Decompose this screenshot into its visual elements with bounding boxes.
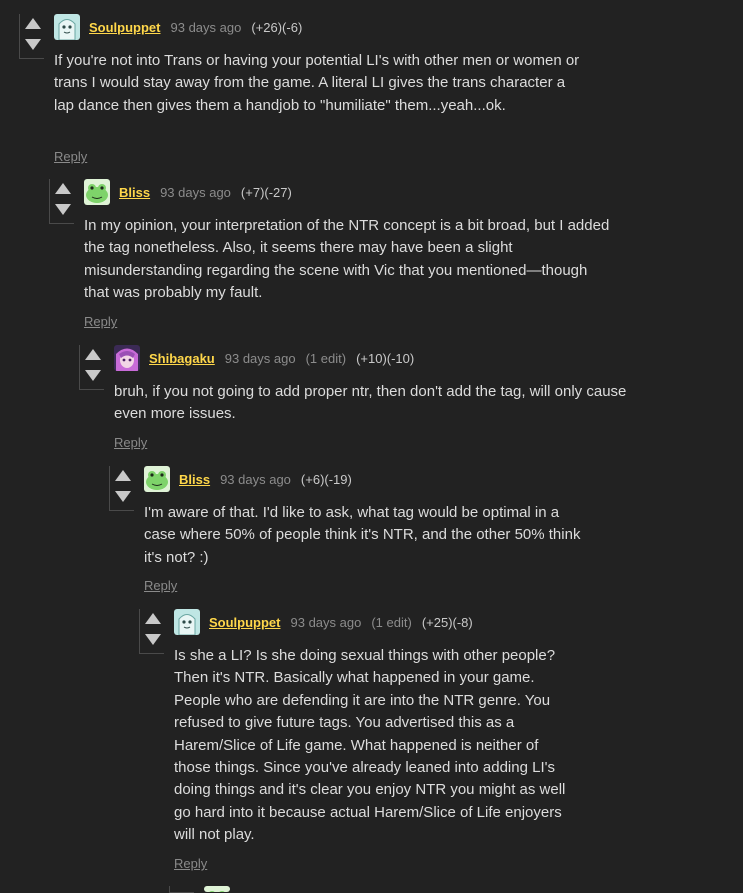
comment-meta: Shibagaku 93 days ago (1 edit) (+10)(-10) [149,351,414,366]
avatar[interactable] [114,345,140,371]
downvote-button[interactable] [143,630,163,648]
reply-link[interactable]: Reply [144,578,177,593]
vote-score: (+26)(-6) [251,20,303,35]
reply-link[interactable]: Reply [84,314,117,329]
frog-avatar-icon [144,466,170,492]
upvote-button[interactable] [113,466,133,484]
vote-score: (+6)(-19) [300,472,352,487]
arrow-up-icon [85,348,101,360]
avatar[interactable] [84,179,110,205]
upvote-button[interactable] [143,609,163,627]
comment-date: 93 days ago [290,615,362,630]
avatar[interactable] [144,466,170,492]
arrow-down-icon [115,490,131,502]
author-link[interactable]: Soulpuppet [89,20,161,35]
vote-controls [79,345,104,390]
downvote-button[interactable] [53,200,73,218]
vote-controls [49,179,74,224]
ghost-avatar-icon [54,14,80,40]
edit-count[interactable]: (1 edit) [371,615,411,630]
avatar[interactable] [54,14,80,40]
comment-body: bruh, if you not going to add proper ntr… [114,383,627,423]
vote-score: (+7)(-27) [240,185,292,200]
upvote-button[interactable] [83,345,103,363]
avatar[interactable] [204,886,230,892]
arrow-down-icon [145,633,161,645]
comment-body: If you're not into Trans or having your … [54,52,580,114]
arrow-down-icon [55,203,71,215]
author-link[interactable]: Bliss [179,472,210,487]
arrow-up-icon [145,612,161,624]
comment-meta: Soulpuppet 93 days ago (+26)(-6) [89,20,302,35]
edit-count[interactable]: (1 edit) [306,351,346,366]
comment-meta: Bliss 93 days ago (+7)(-27) [119,185,292,200]
downvote-button[interactable] [113,487,133,505]
comment-body: In my opinion, your interpretation of th… [84,217,610,302]
arrow-down-icon [25,38,41,50]
author-link[interactable]: Bliss [119,185,150,200]
reply-link[interactable]: Reply [54,149,87,164]
comment-meta: Soulpuppet 93 days ago (1 edit) (+25)(-8) [209,615,473,630]
vote-controls [109,466,134,511]
reply-link[interactable]: Reply [174,856,207,871]
comment-date: 93 days ago [220,472,291,487]
arrow-down-icon [85,369,101,381]
vote-score: (+25)(-8) [421,615,473,630]
arrow-up-icon [55,182,71,194]
arrow-up-icon [25,17,41,29]
arrow-up-icon [115,469,131,481]
frog-avatar-icon [204,886,230,892]
comment-date: 93 days ago [224,351,296,366]
comment-body: Is she a LI? Is she doing sexual things … [174,647,566,844]
downvote-button[interactable] [23,35,43,53]
frog-avatar-icon [84,179,110,205]
avatar[interactable] [174,609,200,635]
comment-meta: Bliss 93 days ago (+6)(-19) [179,472,352,487]
vote-controls [19,14,44,59]
reply-link[interactable]: Reply [114,435,147,450]
vote-score: (+10)(-10) [356,351,415,366]
comment-body: I'm aware of that. I'd like to ask, what… [144,504,581,566]
author-link[interactable]: Shibagaku [149,351,215,366]
comment-date: 93 days ago [160,185,231,200]
author-link[interactable]: Soulpuppet [209,615,281,630]
vote-controls [139,609,164,654]
downvote-button[interactable] [83,366,103,384]
upvote-button[interactable] [53,179,73,197]
ghost-avatar-icon [174,609,200,635]
anime-avatar-icon [114,345,140,371]
comment-date: 93 days ago [170,20,242,35]
upvote-button[interactable] [23,14,43,32]
